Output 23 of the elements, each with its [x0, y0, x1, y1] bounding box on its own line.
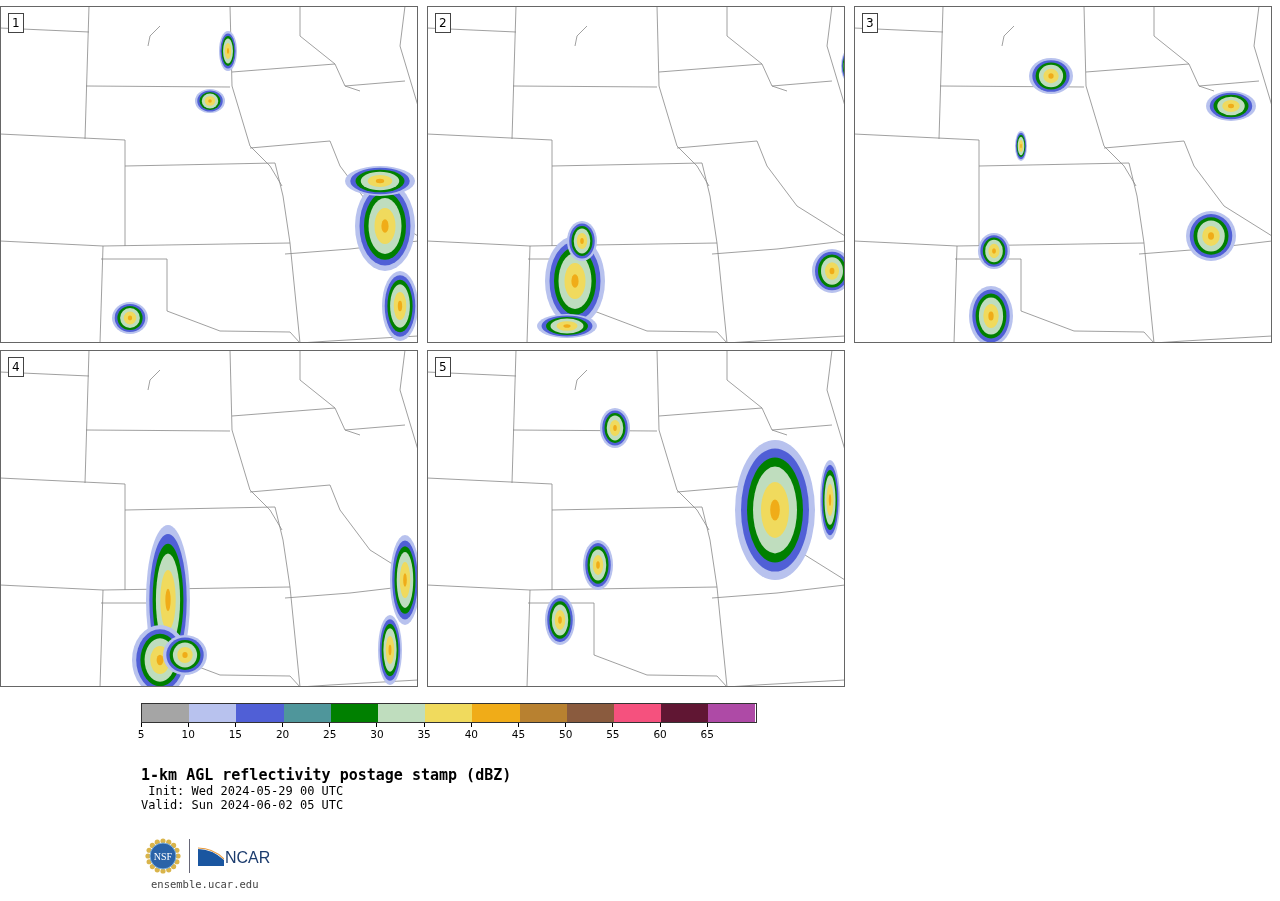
colorbar-tick-label: 10: [164, 723, 212, 740]
valid-time: Valid: Sun 2024-06-02 05 UTC: [141, 798, 345, 812]
site-url: ensemble.ucar.edu: [151, 878, 260, 890]
colorbar-tick-label: 20: [258, 723, 307, 740]
panel-number: 5: [435, 357, 451, 377]
colorbar-tick-label: 50: [542, 723, 590, 740]
chart-title: 1-km AGL reflectivity postage stamp (dBZ): [141, 766, 513, 784]
colorbar-tick-label: 55: [589, 723, 637, 740]
panel-number: 4: [8, 357, 24, 377]
init-time: Init: Wed 2024-05-29 00 UTC: [147, 784, 345, 798]
colorbar-tick-label: 5: [117, 723, 165, 740]
ncar-logo: NCAR: [198, 846, 271, 866]
colorbar-tick-label: 45: [494, 723, 543, 740]
colorbar-tick-label: 40: [447, 723, 495, 740]
panel-number: 3: [862, 13, 878, 33]
colorbar-tick-label: 15: [211, 723, 259, 740]
colorbar-tick-label: 25: [306, 723, 354, 740]
colorbar-tick-label: 35: [400, 723, 448, 740]
panel-number: 1: [8, 13, 24, 33]
colorbar-tick-label: 65: [683, 723, 731, 740]
colorbar-tick-label: 60: [636, 723, 684, 740]
colorbar-tick-label: 30: [353, 723, 401, 740]
panel-number: 2: [435, 13, 451, 33]
